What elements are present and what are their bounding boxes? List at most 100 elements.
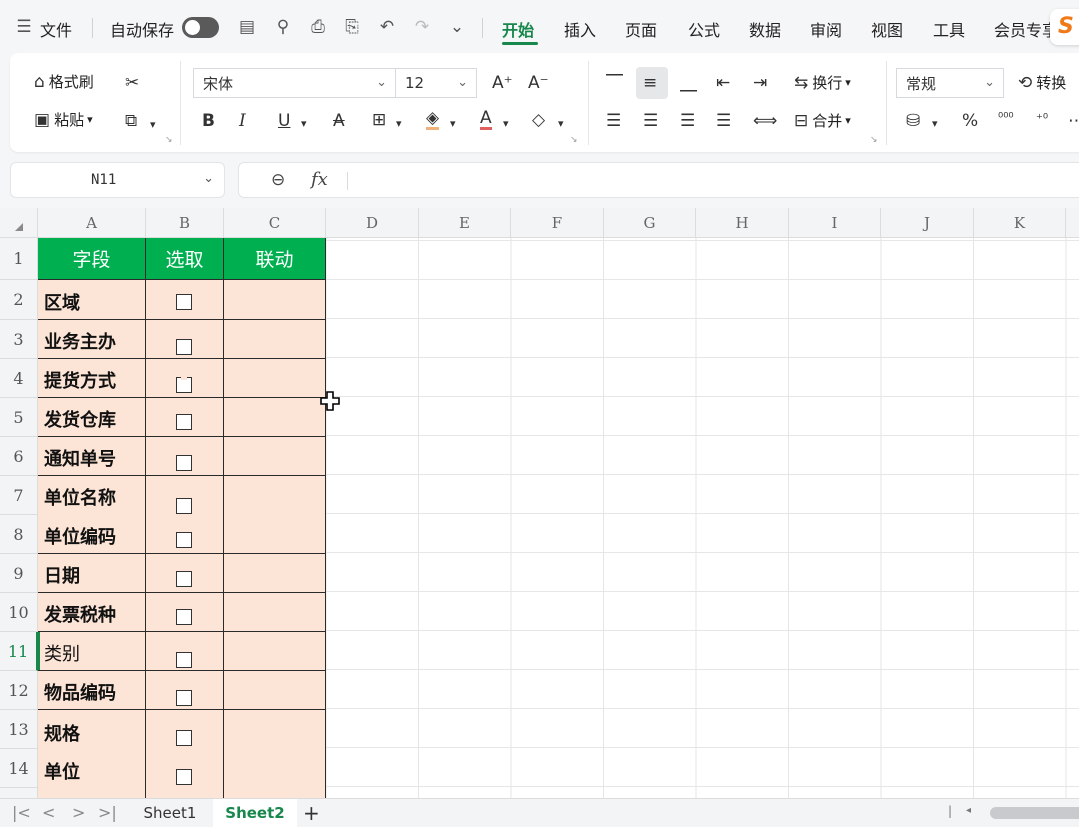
save-icon[interactable]: ▤ (236, 16, 258, 38)
alignment-dialog-launcher-icon[interactable]: ↘ (870, 135, 878, 145)
column-header-d[interactable]: D (326, 208, 419, 238)
increase-indent-icon[interactable]: ⇥ (753, 73, 767, 93)
checkbox[interactable] (176, 730, 192, 746)
prev-sheet-icon[interactable]: < (42, 803, 55, 822)
row-header-2[interactable]: 2 (0, 280, 38, 320)
clipboard-dialog-launcher-icon[interactable]: ↘ (165, 135, 173, 145)
row-header-4[interactable]: 4 (0, 359, 38, 398)
checkbox[interactable] (176, 571, 192, 587)
header-cell-select[interactable]: 选取 (146, 238, 224, 280)
checkbox[interactable] (176, 532, 192, 548)
tab-member[interactable]: 会员专享 (994, 17, 1058, 41)
row-header-5[interactable]: 5 (0, 398, 38, 437)
column-header-k[interactable]: K (974, 208, 1066, 238)
file-menu[interactable]: 文件 (40, 17, 72, 41)
currency-chevron-down-icon[interactable]: ▾ (932, 114, 938, 134)
sheet-tab-sheet1[interactable]: Sheet1 (130, 799, 210, 827)
thousands-separator-icon[interactable]: ⁰⁰⁰ (998, 109, 1014, 129)
column-header-i[interactable]: I (789, 208, 881, 238)
clear-format-eraser-icon[interactable]: ◇ (532, 110, 545, 130)
select-all-corner[interactable] (0, 208, 38, 238)
clear-chevron-down-icon[interactable]: ▾ (558, 114, 564, 134)
underline-chevron-down-icon[interactable]: ▾ (301, 114, 307, 134)
scroll-split-handle[interactable]: | (948, 804, 952, 818)
row-header-1[interactable]: 1 (0, 238, 38, 280)
link-cell[interactable] (224, 359, 326, 398)
add-sheet-button[interactable]: + (303, 801, 320, 825)
border-chevron-down-icon[interactable]: ▾ (396, 114, 402, 134)
column-header-l[interactable] (1066, 208, 1079, 238)
bold-icon[interactable]: B (202, 111, 215, 131)
link-cell[interactable] (224, 671, 326, 710)
first-sheet-icon[interactable]: |< (12, 803, 31, 822)
link-cell[interactable] (224, 554, 326, 593)
print-icon[interactable]: ⎙ (307, 16, 329, 38)
row-header-9[interactable]: 9 (0, 554, 38, 593)
merge-cells-button[interactable]: ⊟ 合并 ▾ (794, 110, 851, 131)
checkbox[interactable] (176, 377, 192, 393)
link-cell[interactable] (224, 593, 326, 632)
percent-icon[interactable]: % (962, 111, 978, 131)
checkbox[interactable] (176, 455, 192, 471)
undo-icon[interactable]: ↶ (376, 16, 398, 38)
header-cell-link[interactable]: 联动 (224, 238, 326, 280)
column-header-h[interactable]: H (696, 208, 789, 238)
checkbox[interactable] (176, 690, 192, 706)
font-size-select[interactable]: 12 ⌄ (395, 68, 477, 98)
align-left-icon[interactable]: ☰ (606, 111, 621, 131)
fill-color-icon[interactable]: ◈ (426, 109, 440, 130)
zoom-magnifier-icon[interactable]: ⊖ (271, 170, 285, 190)
tab-insert[interactable]: 插入 (564, 17, 596, 41)
border-icon[interactable]: ⊞ (372, 110, 386, 130)
row-header-10[interactable]: 10 (0, 593, 38, 632)
checkbox[interactable] (176, 652, 192, 668)
link-cell[interactable] (224, 710, 326, 798)
font-name-select[interactable]: 宋体 ⌄ (193, 68, 396, 98)
copy-icon[interactable]: ⧉ (125, 111, 137, 131)
row-header-13[interactable]: 13 (0, 710, 38, 749)
next-sheet-icon[interactable]: > (72, 803, 85, 822)
empty-cells-area[interactable] (326, 238, 1079, 798)
row-header-11[interactable]: 11 (0, 632, 38, 671)
horizontal-scrollbar[interactable] (990, 807, 1079, 819)
checkbox[interactable] (176, 294, 192, 310)
column-header-b[interactable]: B (146, 208, 224, 238)
last-sheet-icon[interactable]: >| (98, 803, 117, 822)
increase-font-size-icon[interactable]: A⁺ (492, 73, 513, 93)
align-bottom-icon[interactable]: ⎽ (680, 73, 697, 93)
number-more-icon[interactable]: ⋯ (1068, 111, 1079, 131)
header-cell-field[interactable]: 字段 (38, 238, 146, 280)
redo-icon[interactable]: ↷ (411, 16, 433, 38)
row-header-3[interactable]: 3 (0, 320, 38, 359)
fill-color-chevron-down-icon[interactable]: ▾ (450, 114, 456, 134)
column-header-c[interactable]: C (224, 208, 326, 238)
insert-function-icon[interactable]: fx (311, 169, 328, 190)
name-box[interactable]: N11 ⌄ (10, 162, 225, 198)
align-right-icon[interactable]: ☰ (680, 111, 695, 131)
font-color-icon[interactable]: A (480, 109, 492, 130)
font-dialog-launcher-icon[interactable]: ↘ (570, 135, 578, 145)
row-header-7[interactable]: 7 (0, 476, 38, 515)
row-header-15[interactable] (0, 788, 38, 798)
decrease-indent-icon[interactable]: ⇤ (716, 73, 730, 93)
row-header-8[interactable]: 8 (0, 515, 38, 554)
distributed-align-icon[interactable]: ⟺ (753, 111, 777, 131)
link-cell[interactable] (224, 320, 326, 359)
number-format-select[interactable]: 常规 ⌄ (896, 68, 1004, 98)
paste-button[interactable]: ▣ 粘贴 ▾ (34, 109, 93, 130)
column-header-a[interactable]: A (38, 208, 146, 238)
tab-data[interactable]: 数据 (749, 17, 781, 41)
currency-icon[interactable]: ⛁ (906, 111, 920, 131)
align-top-icon[interactable]: ⎺ (606, 73, 623, 93)
checkbox[interactable] (176, 414, 192, 430)
worksheet-grid[interactable]: A B C D E F G H I J K 1 2 3 4 5 6 7 8 9 … (0, 208, 1079, 798)
font-color-chevron-down-icon[interactable]: ▾ (503, 114, 509, 134)
checkbox[interactable] (176, 769, 192, 785)
tab-view[interactable]: 视图 (871, 17, 903, 41)
justify-icon[interactable]: ☰ (716, 111, 731, 131)
checkbox[interactable] (176, 339, 192, 355)
more-chevron-down-icon[interactable]: ⌄ (446, 16, 468, 38)
align-center-icon[interactable]: ☰ (643, 111, 658, 131)
checkbox[interactable] (176, 609, 192, 625)
decrease-font-size-icon[interactable]: A⁻ (528, 73, 549, 93)
